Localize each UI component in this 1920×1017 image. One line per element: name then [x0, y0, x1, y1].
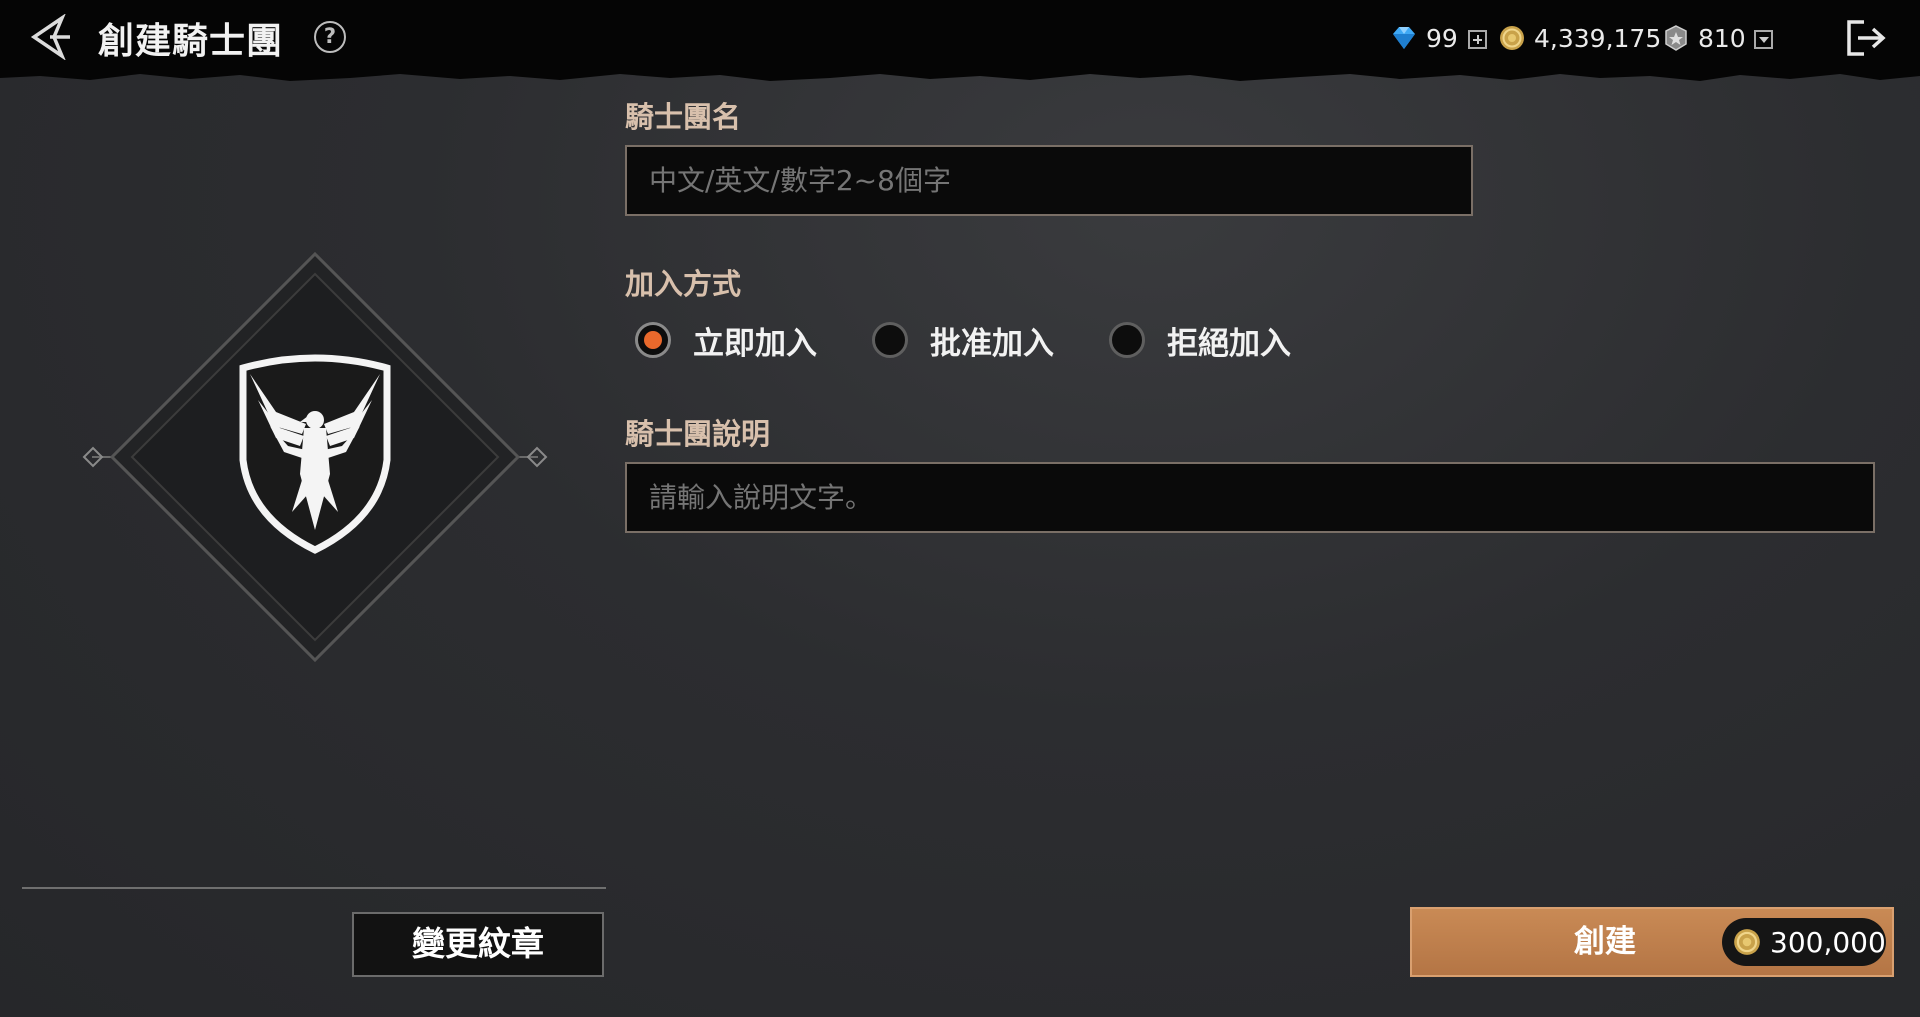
medal-count: 810	[1698, 23, 1746, 53]
gem-icon	[1393, 27, 1415, 49]
medal-currency: 810	[1662, 20, 1746, 56]
emblem-divider	[22, 887, 606, 889]
radio-reject-join[interactable]: 拒絕加入	[1109, 320, 1291, 362]
guild-description-label: 騎士團說明	[625, 417, 771, 451]
exit-icon[interactable]	[1844, 18, 1888, 58]
gold-coin-icon	[1500, 26, 1524, 50]
radio-label: 立即加入	[693, 325, 817, 362]
radio-label: 批准加入	[930, 325, 1054, 362]
add-gem-button[interactable]	[1468, 30, 1487, 49]
radio-button[interactable]	[872, 322, 908, 358]
radio-button[interactable]	[1109, 322, 1145, 358]
join-method-label: 加入方式	[625, 267, 742, 301]
create-cost: 300,000	[1722, 918, 1886, 966]
currency-dropdown-button[interactable]	[1754, 30, 1773, 49]
back-arrow-icon[interactable]	[28, 14, 72, 60]
gold-coin-icon	[1734, 929, 1760, 955]
radio-button-selected[interactable]	[635, 322, 671, 358]
silver-medal-icon	[1665, 25, 1687, 51]
radio-instant-join[interactable]: 立即加入	[635, 320, 817, 362]
page-title: 創建騎士團	[98, 21, 284, 62]
guild-name-input[interactable]	[625, 145, 1473, 216]
create-cost-value: 300,000	[1770, 925, 1886, 959]
gem-currency: 99	[1390, 20, 1458, 56]
create-label: 創建	[1574, 924, 1636, 960]
create-guild-button[interactable]: 創建 300,000	[1410, 907, 1894, 977]
radio-approval-join[interactable]: 批准加入	[872, 320, 1054, 362]
radio-label: 拒絕加入	[1167, 325, 1291, 362]
change-emblem-button[interactable]: 變更紋章	[352, 912, 604, 977]
guild-emblem	[82, 251, 548, 663]
gem-count: 99	[1426, 23, 1458, 53]
guild-name-label: 騎士團名	[625, 100, 742, 134]
gold-currency: 4,339,175	[1498, 20, 1661, 56]
gold-count: 4,339,175	[1534, 23, 1662, 53]
help-icon[interactable]: ?	[314, 21, 346, 53]
guild-description-input[interactable]	[625, 462, 1875, 533]
top-bar-torn-edge	[0, 68, 1920, 81]
